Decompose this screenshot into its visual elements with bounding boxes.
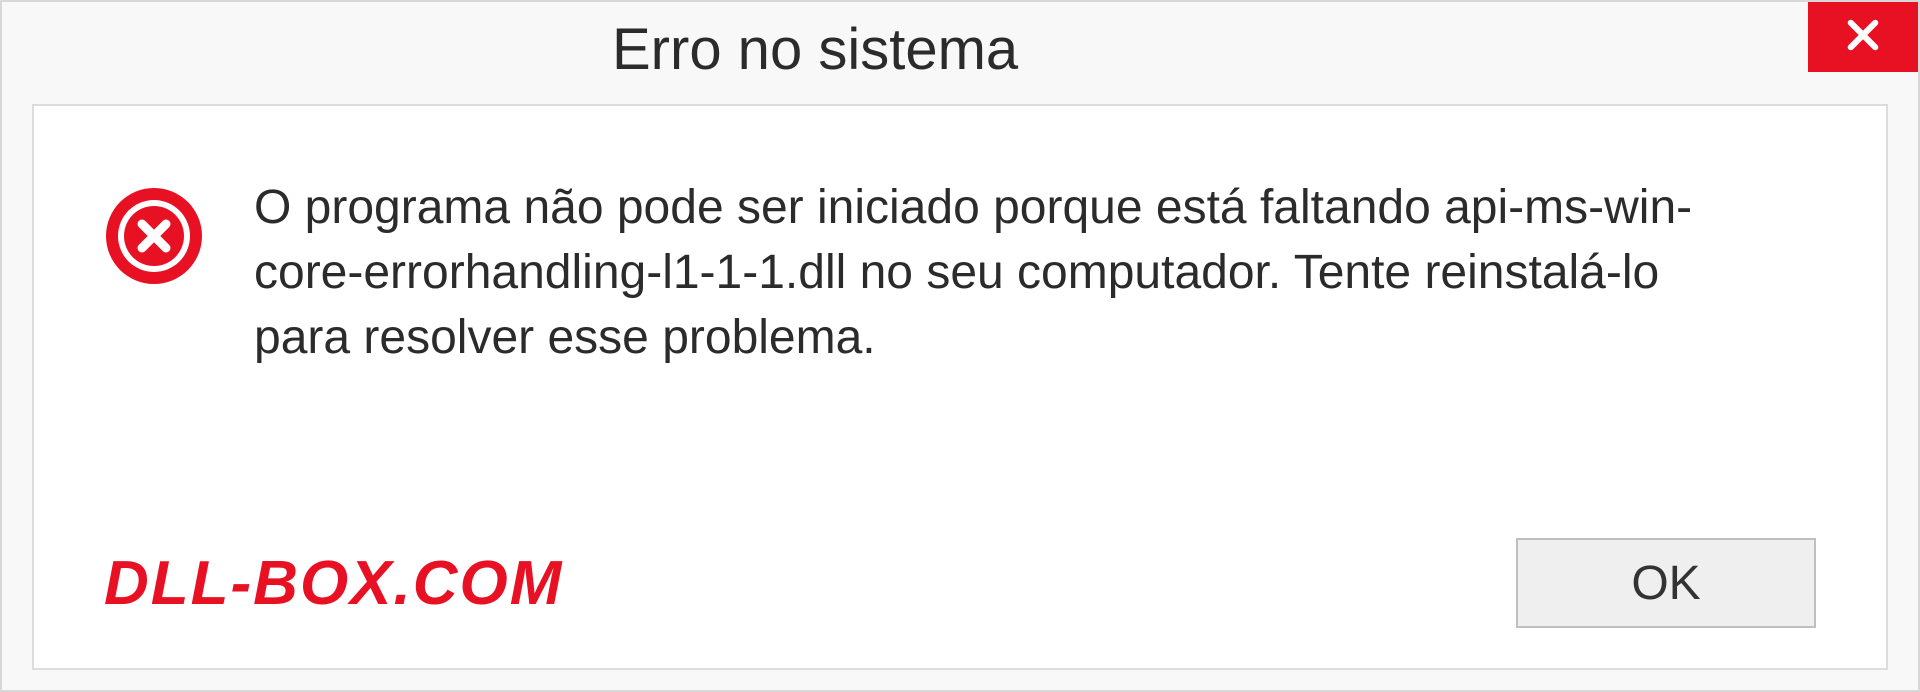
titlebar: Erro no sistema (2, 2, 1918, 94)
watermark-text: DLL-BOX.COM (104, 548, 563, 619)
content-wrap: O programa não pode ser iniciado porque … (2, 94, 1918, 690)
footer-row: DLL-BOX.COM OK (104, 538, 1816, 628)
content-box: O programa não pode ser iniciado porque … (32, 104, 1888, 670)
ok-button[interactable]: OK (1516, 538, 1816, 628)
error-message: O programa não pode ser iniciado porque … (254, 176, 1754, 370)
close-icon (1842, 14, 1884, 61)
message-row: O programa não pode ser iniciado porque … (104, 176, 1816, 370)
dialog-title: Erro no sistema (2, 2, 1018, 83)
error-icon (104, 176, 204, 291)
error-dialog: Erro no sistema (0, 0, 1920, 692)
close-button[interactable] (1808, 2, 1918, 72)
